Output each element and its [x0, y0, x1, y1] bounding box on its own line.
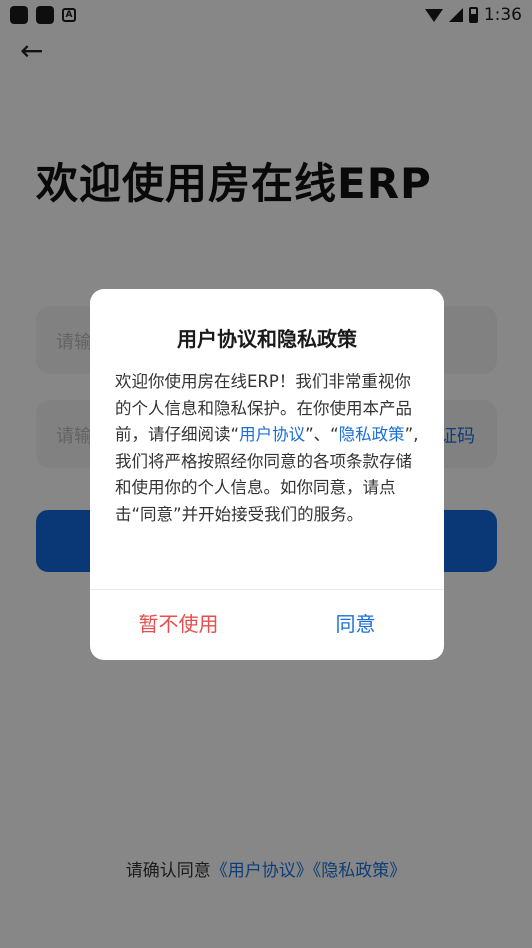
dialog-body-text-2: ”、“	[305, 425, 339, 444]
agree-button[interactable]: 同意	[267, 589, 444, 660]
dialog-title: 用户协议和隐私政策	[177, 327, 357, 351]
dialog-privacy-policy-link[interactable]: 隐私政策	[339, 425, 405, 444]
decline-button[interactable]: 暂不使用	[90, 589, 267, 660]
dialog-body: 欢迎你使用房在线ERP！我们非常重视你的个人信息和隐私保护。在你使用本产品前，请…	[115, 369, 421, 528]
privacy-dialog: 用户协议和隐私政策 欢迎你使用房在线ERP！我们非常重视你的个人信息和隐私保护。…	[90, 289, 444, 660]
dialog-user-agreement-link[interactable]: 用户协议	[239, 425, 305, 444]
